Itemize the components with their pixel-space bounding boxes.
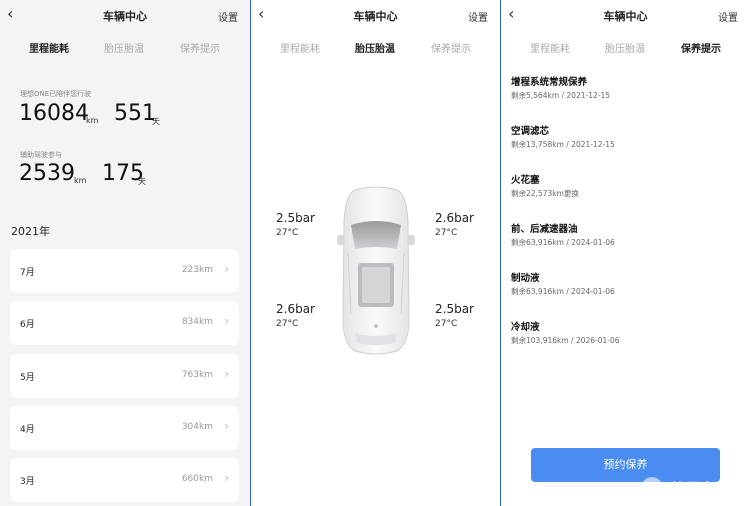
chevron-right-icon: › <box>224 471 229 485</box>
tab-mileage[interactable]: 里程能耗 <box>11 40 87 55</box>
month-label: 5月 <box>20 373 35 383</box>
screens: ‹ 车辆中心 设置 里程能耗 胎压胎温 保养提示 理想ONE已陪伴您行驶 160… <box>0 0 750 506</box>
maintenance-item-detail: 剩余5,564km / 2021-12-15 <box>511 91 611 100</box>
tab-tire[interactable]: 胎压胎温 <box>337 40 413 55</box>
mileage-panel: ‹ 车辆中心 设置 里程能耗 胎压胎温 保养提示 理想ONE已陪伴您行驶 160… <box>0 0 250 506</box>
settings-button[interactable]: 设置 <box>718 9 738 24</box>
tab-maintenance[interactable]: 保养提示 <box>663 40 739 55</box>
header: ‹ 车辆中心 设置 <box>501 0 750 30</box>
total-days-unit: 天 <box>152 117 160 126</box>
maintenance-item-title: 前、后减速器油 <box>511 224 578 235</box>
front-left-temp: 27°C <box>276 228 299 238</box>
month-row[interactable]: 5月 763km › <box>10 354 239 398</box>
month-distance: 763km <box>181 370 213 380</box>
month-label: 7月 <box>20 268 35 278</box>
car-top-view-icon <box>337 186 415 355</box>
front-right-pressure: 2.6bar <box>435 211 474 225</box>
rear-right-pressure: 2.5bar <box>435 302 474 316</box>
watermark-badge-icon <box>641 477 663 499</box>
page-title: 车辆中心 <box>353 10 398 23</box>
tab-maintenance[interactable]: 保养提示 <box>162 40 238 55</box>
page-title: 车辆中心 <box>603 10 648 23</box>
month-distance: 834km <box>181 317 213 327</box>
rear-right-temp: 27°C <box>435 319 458 329</box>
total-label: 理想ONE已陪伴您行驶 <box>20 90 92 98</box>
chevron-right-icon: › <box>224 419 229 433</box>
month-label: 4月 <box>20 425 35 435</box>
tab-maintenance[interactable]: 保养提示 <box>413 40 489 55</box>
watermark-text: 快易车 <box>671 480 717 498</box>
maintenance-panel: ‹ 车辆中心 设置 里程能耗 胎压胎温 保养提示 增程系统常规保养 剩余5,56… <box>501 0 750 506</box>
month-distance: 660km <box>181 474 213 484</box>
month-row[interactable]: 6月 834km › <box>10 301 239 345</box>
chevron-right-icon: › <box>224 367 229 381</box>
chevron-right-icon: › <box>224 314 229 328</box>
rear-left-temp: 27°C <box>276 319 299 329</box>
maintenance-item-title: 制动液 <box>511 273 540 284</box>
maintenance-item-title: 火花塞 <box>511 175 540 186</box>
tab-mileage[interactable]: 里程能耗 <box>262 40 338 55</box>
watermark-logo: 快易车 <box>641 473 741 506</box>
month-distance: 223km <box>181 265 213 275</box>
month-distance: 304km <box>181 422 213 432</box>
tire-panel: ‹ 车辆中心 设置 里程能耗 胎压胎温 保养提示 2.5bar 27°C 2.6… <box>251 0 500 506</box>
maintenance-item-detail: 剩余103,916km / 2026-01-06 <box>511 336 620 345</box>
tab-mileage[interactable]: 里程能耗 <box>512 40 588 55</box>
tab-bar: 里程能耗 胎压胎温 保养提示 <box>251 40 500 58</box>
maintenance-item-title: 增程系统常规保养 <box>511 77 588 88</box>
header: ‹ 车辆中心 设置 <box>0 0 250 30</box>
tab-bar: 里程能耗 胎压胎温 保养提示 <box>0 40 250 58</box>
page-title: 车辆中心 <box>103 10 147 23</box>
month-label: 3月 <box>20 477 35 487</box>
front-right-temp: 27°C <box>435 228 458 238</box>
maintenance-item-detail: 剩余22,573km更换 <box>511 189 579 198</box>
tab-tire[interactable]: 胎压胎温 <box>86 40 162 55</box>
assist-km-value: 2539 <box>19 161 75 186</box>
month-row[interactable]: 3月 660km › <box>10 458 239 502</box>
front-left-pressure: 2.5bar <box>276 211 315 225</box>
settings-button[interactable]: 设置 <box>468 9 488 24</box>
rear-left-pressure: 2.6bar <box>276 302 315 316</box>
assist-label: 辅助驾驶参与 <box>20 151 62 159</box>
month-label: 6月 <box>20 320 35 330</box>
total-days-value: 551 <box>114 101 156 126</box>
tab-tire[interactable]: 胎压胎温 <box>587 40 663 55</box>
settings-button[interactable]: 设置 <box>218 9 238 24</box>
maintenance-item-title: 空调滤芯 <box>511 126 550 137</box>
total-km-value: 16084 <box>19 101 89 126</box>
tab-bar: 里程能耗 胎压胎温 保养提示 <box>501 40 750 58</box>
assist-days-unit: 天 <box>138 177 146 186</box>
header: ‹ 车辆中心 设置 <box>251 0 500 30</box>
year-heading: 2021年 <box>11 225 50 238</box>
maintenance-item-title: 冷却液 <box>511 322 540 333</box>
total-km-unit: km <box>86 116 99 125</box>
chevron-right-icon: › <box>224 262 229 276</box>
month-row[interactable]: 7月 223km › <box>10 249 239 293</box>
month-row[interactable]: 4月 304km › <box>10 406 239 450</box>
assist-km-unit: km <box>74 176 87 185</box>
maintenance-item-detail: 剩余13,758km / 2021-12-15 <box>511 140 615 149</box>
maintenance-item-detail: 剩余63,916km / 2024-01-06 <box>511 287 615 296</box>
maintenance-item-detail: 剩余63,916km / 2024-01-06 <box>511 238 615 247</box>
